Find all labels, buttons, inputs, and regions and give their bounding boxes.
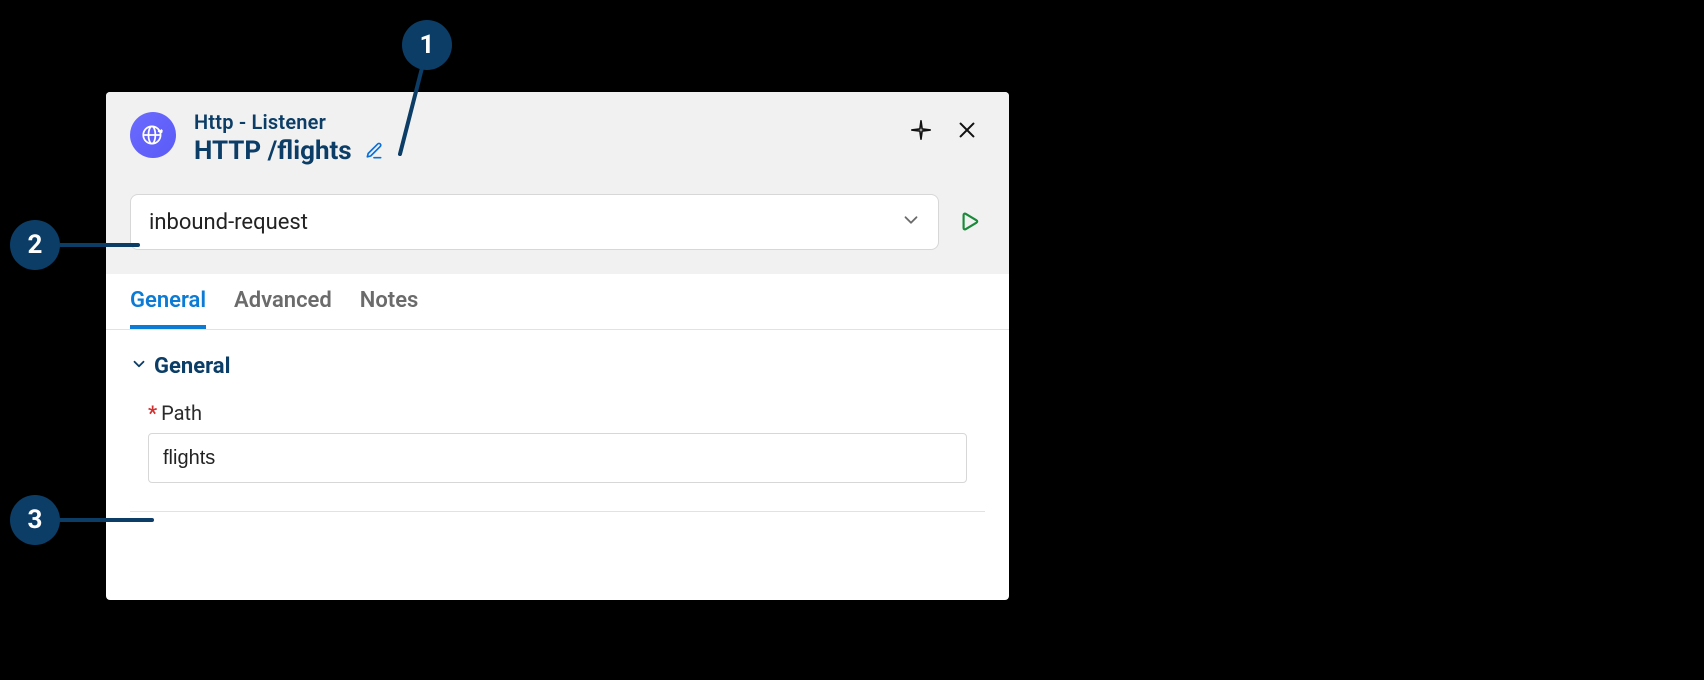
callout-number: 1 [420,30,435,60]
tab-advanced[interactable]: Advanced [234,288,332,329]
divider [130,511,985,512]
section-toggle-general[interactable]: General [130,354,985,379]
component-type-label: Http - Listener [194,110,386,134]
tab-label: Advanced [234,288,332,313]
label-text: Path [161,401,202,425]
chevron-down-icon [130,354,148,379]
config-dropdown-row: inbound-request [130,194,985,250]
callout-badge-2: 2 [10,220,60,270]
tab-general[interactable]: General [130,288,206,329]
component-title-row: HTTP /flights [194,136,386,166]
config-dropdown[interactable]: inbound-request [130,194,939,250]
listener-config-panel: Http - Listener HTTP /flights [106,92,1009,600]
path-field-label: * Path [148,401,985,425]
title-row: Http - Listener HTTP /flights [130,110,985,166]
tab-label: General [130,288,206,313]
tab-label: Notes [360,288,419,313]
http-listener-icon [130,112,176,158]
chevron-down-icon [900,209,922,235]
component-title: HTTP /flights [194,136,352,166]
panel-header-actions [907,116,981,144]
callout-badge-1: 1 [402,20,452,70]
edit-title-button[interactable] [362,139,386,163]
run-button[interactable] [953,206,985,238]
tab-content-general: General * Path [106,330,1009,536]
callout-number: 3 [28,505,43,535]
close-button[interactable] [953,116,981,144]
tabs: General Advanced Notes [106,274,1009,330]
section-title: General [154,354,230,379]
callout-badge-3: 3 [10,495,60,545]
locate-button[interactable] [907,116,935,144]
panel-header: Http - Listener HTTP /flights [106,92,1009,274]
required-indicator: * [148,401,157,425]
callout-number: 2 [28,230,43,260]
path-input[interactable] [148,433,967,483]
config-dropdown-value: inbound-request [149,210,308,235]
title-texts: Http - Listener HTTP /flights [194,110,386,166]
tab-notes[interactable]: Notes [360,288,419,329]
